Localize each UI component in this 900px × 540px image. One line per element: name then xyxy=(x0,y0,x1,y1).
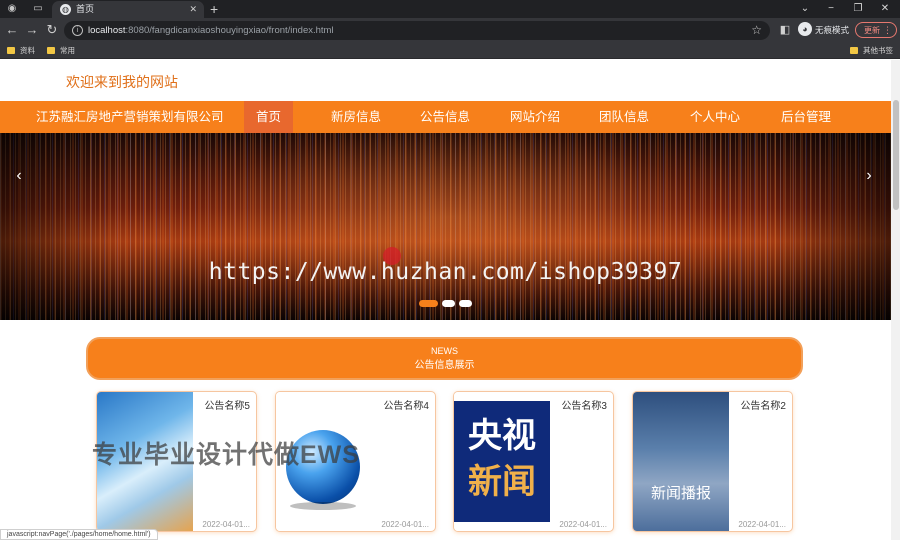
tab-search-icon[interactable]: ▭ xyxy=(30,2,46,16)
news-card-title: 公告名称3 xyxy=(561,401,607,412)
incognito-label: 无痕模式 xyxy=(815,25,850,35)
news-card-image: 央视 新闻 xyxy=(454,392,550,531)
forward-arrow-icon[interactable]: → xyxy=(25,23,39,37)
nav-item-announcements[interactable]: 公告信息 xyxy=(408,101,482,133)
bookmarks-bar: 资料 常用 其他书签 xyxy=(0,43,900,59)
browser-toolbar: ← → ↻ i localhost:8080/fangdicanxiaoshou… xyxy=(0,18,900,43)
carousel-dot-3[interactable] xyxy=(459,300,472,307)
carousel-dot-2[interactable] xyxy=(442,300,455,307)
globe-shadow xyxy=(290,502,356,510)
nav-item-profile[interactable]: 个人中心 xyxy=(678,101,752,133)
globe-icon: ◍ xyxy=(60,4,71,15)
restore-button[interactable]: ❐ xyxy=(845,1,871,17)
browser-tab-active[interactable]: ◍ 首页 ✕ xyxy=(52,1,204,18)
cctv-logo-line-2: 新闻 xyxy=(468,462,536,502)
news-card-date: 2022-04-01... xyxy=(202,520,250,529)
news-label-cn: 公告信息展示 xyxy=(414,360,475,371)
chevron-down-icon[interactable]: ⌄ xyxy=(792,1,818,17)
close-icon[interactable]: ✕ xyxy=(189,3,197,15)
news-section-header: NEWS 公告信息展示 xyxy=(86,337,803,380)
banner-shade-right xyxy=(771,133,891,320)
nav-item-admin[interactable]: 后台管理 xyxy=(769,101,843,133)
carousel-prev-icon[interactable]: ‹ xyxy=(12,167,26,185)
news-card-title: 公告名称4 xyxy=(383,401,429,412)
info-icon[interactable]: i xyxy=(72,25,83,36)
incognito-icon: ◕ xyxy=(798,22,812,36)
nav-item-new-houses[interactable]: 新房信息 xyxy=(319,101,393,133)
browser-tab-strip: ◉ ▭ ◍ 首页 ✕ + ⌄ − ❐ ✕ xyxy=(0,0,900,18)
hero-carousel[interactable]: https://www.huzhan.com/ishop39397 ‹ › xyxy=(0,133,891,320)
browser-status-bar: javascript:navPage('./pages/home/home.ht… xyxy=(0,529,158,540)
news-label-en: NEWS xyxy=(431,346,458,356)
news-card-date: 2022-04-01... xyxy=(738,520,786,529)
news-broadcast-image-text: 新闻播报 xyxy=(650,485,711,502)
minimize-button[interactable]: − xyxy=(818,1,844,17)
banner-glow xyxy=(150,133,750,320)
more-menu-icon[interactable]: ⋮ xyxy=(883,24,892,37)
side-panel-icon[interactable]: ◧ xyxy=(778,23,792,37)
folder-icon xyxy=(7,47,15,54)
tab-title: 首页 xyxy=(76,4,95,14)
news-card-image: 新闻播报 xyxy=(633,392,729,531)
scrollbar-thumb[interactable] xyxy=(893,100,899,210)
cctv-logo-line-1: 央视 xyxy=(468,416,536,456)
page-viewport: 欢迎来到我的网站 江苏融汇房地产营销策划有限公司 首页 新房信息 公告信息 网站… xyxy=(0,60,891,540)
new-tab-button[interactable]: + xyxy=(210,1,218,17)
banner-caption: https://www.huzhan.com/ishop39397 xyxy=(208,259,683,285)
reload-icon[interactable]: ↻ xyxy=(45,23,59,37)
window-close-button[interactable]: ✕ xyxy=(872,1,898,17)
news-card-title: 公告名称5 xyxy=(204,401,250,412)
nav-item-home[interactable]: 首页 xyxy=(244,101,294,133)
news-card-4[interactable]: 新闻播报 公告名称2 2022-04-01... xyxy=(632,391,793,532)
news-card-title: 公告名称2 xyxy=(740,401,786,412)
page-scrollbar[interactable] xyxy=(891,60,900,540)
back-arrow-icon[interactable]: ← xyxy=(5,23,19,37)
address-bar[interactable]: i localhost:8080/fangdicanxiaoshouyingxi… xyxy=(64,21,770,40)
bookmark-star-icon[interactable]: ☆ xyxy=(751,23,762,37)
browser-menu-icon[interactable]: ◉ xyxy=(4,2,20,16)
cctv-news-logo: 央视 新闻 xyxy=(454,401,550,522)
nav-item-about[interactable]: 网站介绍 xyxy=(498,101,572,133)
main-navigation: 江苏融汇房地产营销策划有限公司 首页 新房信息 公告信息 网站介绍 团队信息 个… xyxy=(0,101,891,133)
banner-shade-left xyxy=(0,133,120,320)
carousel-dot-1[interactable] xyxy=(419,300,438,307)
news-card-date: 2022-04-01... xyxy=(381,520,429,529)
carousel-next-icon[interactable]: › xyxy=(862,167,876,185)
news-card-date: 2022-04-01... xyxy=(559,520,607,529)
url-text: localhost:8080/fangdicanxiaoshouyingxiao… xyxy=(88,25,334,36)
update-label: 更新 xyxy=(864,26,880,35)
watermark-text: 专业毕业设计代做EWS xyxy=(92,441,360,469)
nav-item-team[interactable]: 团队信息 xyxy=(587,101,661,133)
folder-icon xyxy=(850,47,858,54)
brand-name: 江苏融汇房地产营销策划有限公司 xyxy=(36,110,224,124)
update-button[interactable]: 更新 ⋮ xyxy=(855,22,897,38)
folder-icon xyxy=(47,47,55,54)
news-card-3[interactable]: 央视 新闻 公告名称3 2022-04-01... xyxy=(453,391,614,532)
welcome-text: 欢迎来到我的网站 xyxy=(66,74,178,90)
